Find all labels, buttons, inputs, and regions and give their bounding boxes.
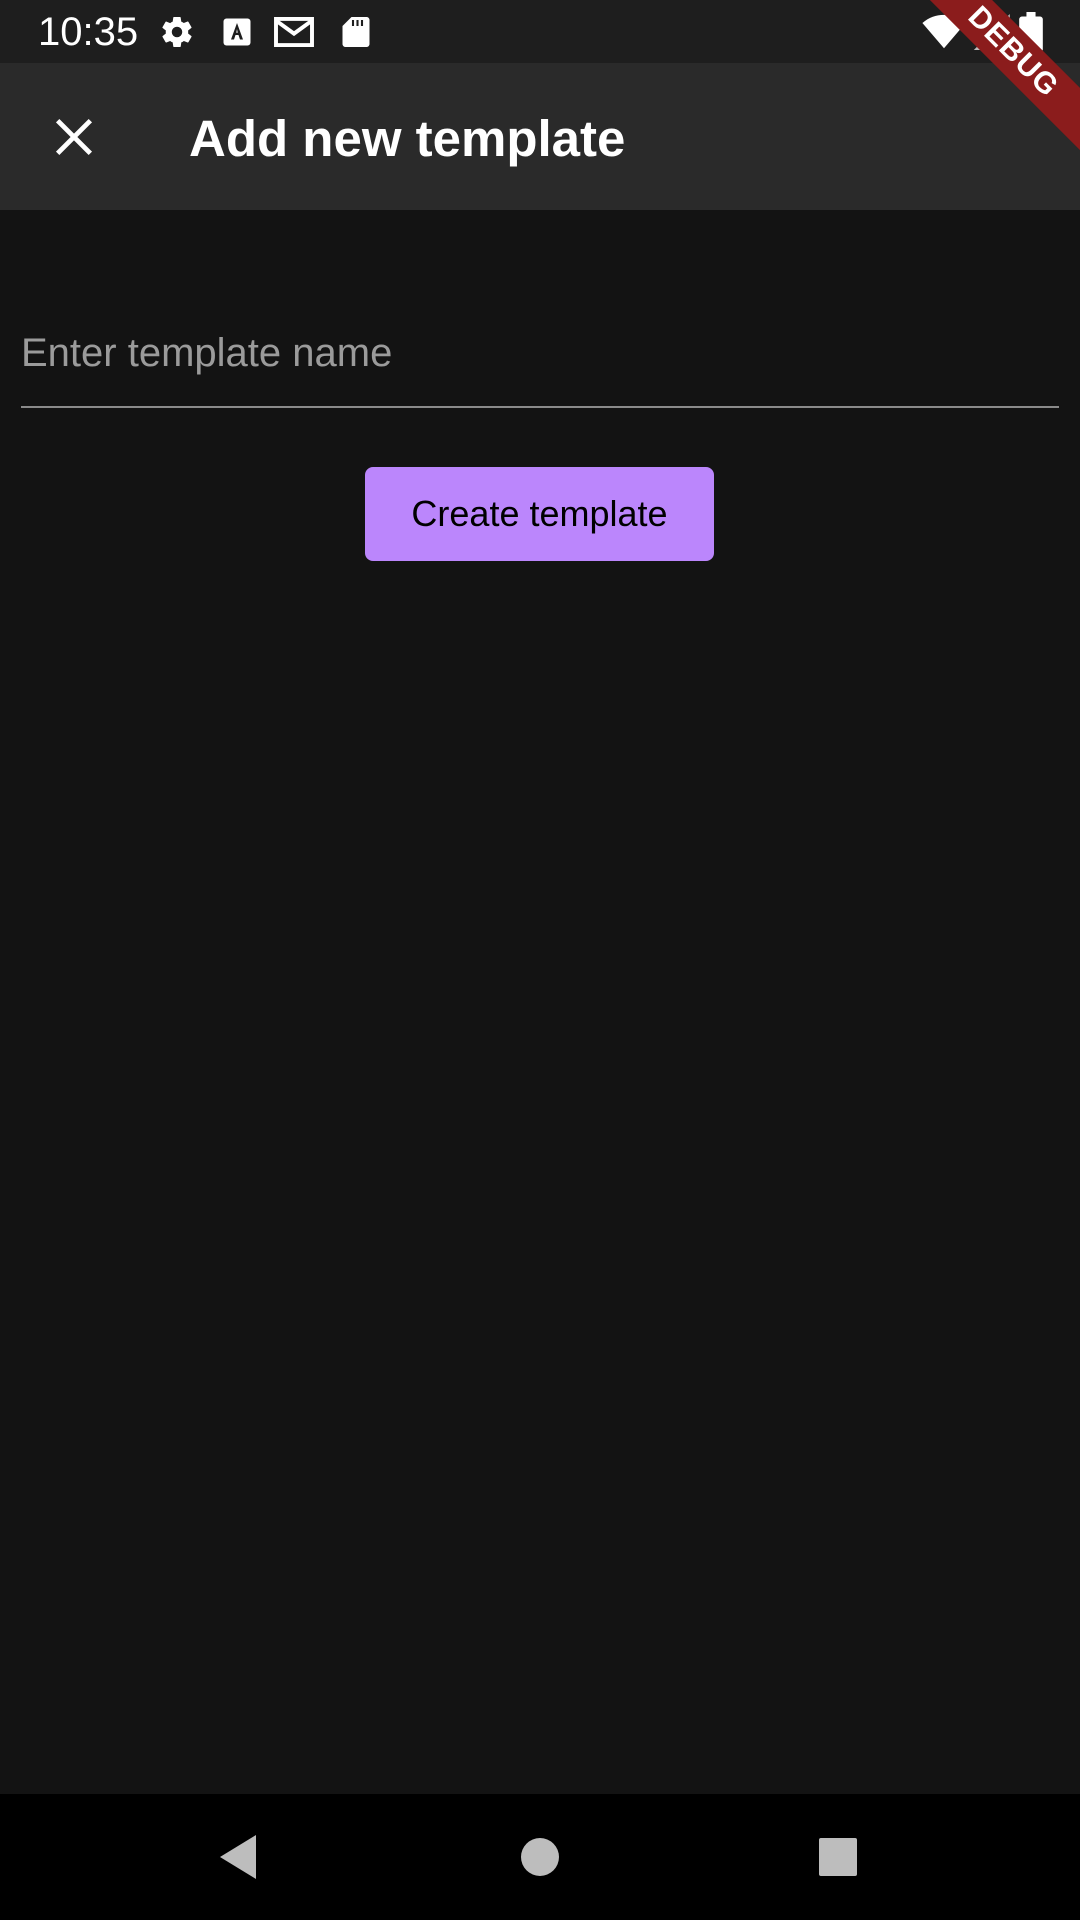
app-bar: Add new template bbox=[0, 63, 1080, 210]
home-button[interactable] bbox=[502, 1819, 578, 1895]
screen: 10:35 DEBUG Add new template Enter templ… bbox=[0, 0, 1080, 1920]
status-bar: 10:35 bbox=[0, 0, 1080, 63]
recents-icon bbox=[819, 1838, 857, 1876]
back-icon bbox=[220, 1835, 256, 1879]
sd-card-icon bbox=[338, 14, 374, 50]
recents-button[interactable] bbox=[800, 1819, 876, 1895]
close-button[interactable] bbox=[36, 99, 112, 175]
status-time: 10:35 bbox=[38, 10, 139, 54]
close-icon bbox=[55, 118, 93, 156]
back-button[interactable] bbox=[200, 1819, 276, 1895]
navigation-bar bbox=[0, 1794, 1080, 1920]
text-a-icon bbox=[219, 14, 255, 50]
gmail-icon bbox=[272, 14, 316, 50]
home-icon bbox=[521, 1838, 559, 1876]
page-title: Add new template bbox=[189, 110, 626, 167]
create-template-button[interactable]: Create template bbox=[365, 467, 714, 561]
settings-icon bbox=[159, 14, 195, 50]
template-name-input[interactable] bbox=[21, 300, 1059, 408]
